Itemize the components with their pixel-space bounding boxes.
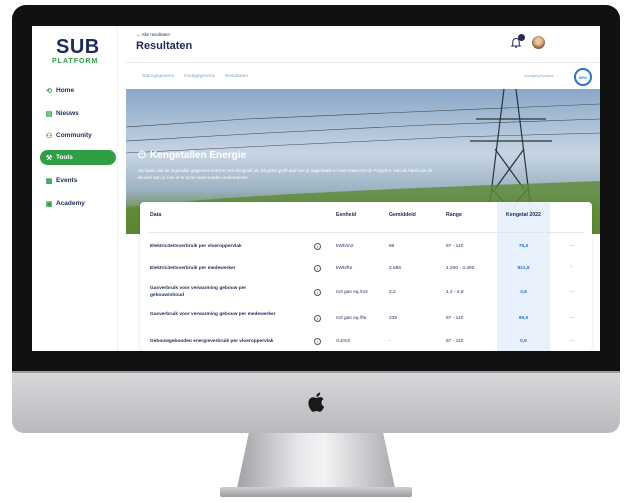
info-icon[interactable]: i — [314, 289, 321, 296]
community-icon: ⚇ — [45, 132, 53, 140]
row-gemiddeld: 239 — [389, 316, 398, 321]
row-eenheid: kWh/fte — [336, 266, 353, 271]
hero-title-text: Kengetallen Energie — [149, 150, 247, 161]
row-range: 1.200 - 4.400 — [446, 266, 475, 271]
table-row: Gasverbruik voor verwarming gebouw per g… — [140, 282, 592, 304]
trend-neutral-icon: — — [570, 244, 575, 249]
row-range: 57 - 110 — [446, 316, 464, 321]
tab-bar: Stamgegevens Invulgegevens Resultaten — [142, 74, 248, 79]
row-eenheid: m3 gas eq./m3 — [336, 290, 368, 295]
news-icon: ▤ — [45, 110, 53, 118]
sidebar-item-community[interactable]: ⚇ Community — [40, 128, 116, 143]
row-data: Gebouwgebonden energieverbruik per vloer… — [150, 339, 274, 344]
table-row: Elektriciteitsverbruik per medewerker i … — [140, 262, 592, 284]
trend-neutral-icon: — — [570, 316, 575, 321]
row-data: Elektriciteitsverbruik per vloeroppervla… — [150, 244, 242, 249]
sidebar-item-label: Tools — [56, 154, 73, 161]
page-title: Resultaten — [136, 40, 193, 52]
monitor-foot — [220, 487, 412, 497]
academy-icon: ▣ — [45, 200, 53, 208]
row-eenheid: GJ/m2 — [336, 339, 351, 344]
table-row: Gasverbruik voor verwarming gebouw per m… — [140, 308, 592, 330]
logo-platform: PLATFORM — [52, 58, 99, 65]
column-header-gemiddeld: Gemiddeld — [389, 212, 416, 218]
sidebar-item-tools[interactable]: ⚒ Tools — [40, 150, 116, 165]
row-data: Gasverbruik voor verwarming gebouw per m… — [150, 312, 276, 317]
sidebar-item-nieuws[interactable]: ▤ Nieuws — [40, 106, 116, 121]
sidebar-item-label: Events — [56, 177, 78, 184]
row-eenheid: kWh/m2 — [336, 244, 354, 249]
progress-ring: 80% — [574, 68, 592, 86]
trend-up-icon: ↑ — [570, 265, 573, 270]
power-icon: ⏻ — [138, 150, 146, 161]
info-icon[interactable]: i — [314, 265, 321, 272]
sidebar-item-label: Home — [56, 87, 75, 94]
row-eenheid: m3 gas eq./fte — [336, 316, 367, 321]
kengetallen-table: Data Eenheid Gemiddeld Range Kengetal 20… — [140, 202, 592, 351]
trend-neutral-icon: — — [570, 339, 575, 344]
tab-stamgegevens[interactable]: Stamgegevens — [142, 74, 174, 79]
table-row: Elektriciteitsverbruik per vloeroppervla… — [140, 240, 592, 262]
sidebar-item-events[interactable]: ▦ Events — [40, 173, 116, 188]
home-icon: ⟲ — [46, 87, 52, 95]
notification-badge — [518, 34, 525, 41]
logo-sub: SUB — [56, 36, 100, 58]
row-data: Gasverbruik voor verwarming gebouw per g… — [150, 286, 247, 298]
sidebar-item-label: Academy — [56, 200, 85, 207]
column-header-eenheid: Eenheid — [336, 212, 357, 218]
info-icon[interactable]: i — [314, 338, 321, 345]
row-gemiddeld: - — [389, 339, 391, 344]
monitor-stand — [236, 433, 396, 493]
info-icon[interactable]: i — [314, 315, 321, 322]
hero-title: ⏻ Kengetallen Energie — [138, 150, 246, 161]
row-gemiddeld: 2,2 — [389, 290, 396, 295]
tab-invulgegevens[interactable]: Invulgegevens — [184, 74, 215, 79]
avatar[interactable] — [532, 36, 545, 49]
row-kengetal: 99,6 — [518, 316, 529, 321]
column-header-data: Data — [150, 212, 162, 218]
sidebar-item-home[interactable]: ⟲ Home — [40, 83, 116, 98]
row-kengetal: 75,0 — [518, 244, 529, 249]
info-icon[interactable]: i — [314, 243, 321, 250]
progress-value: 80% — [578, 74, 587, 80]
back-link[interactable]: ← Alle resultaten — [136, 32, 170, 37]
row-gemiddeld: 2.586 — [389, 266, 402, 271]
row-kengetal: 821,9 — [517, 266, 530, 271]
progress-label: Voortgang footprint — [524, 74, 554, 78]
header-divider — [148, 232, 584, 233]
row-range: 57 - 110 — [446, 244, 464, 249]
row-range: 57 - 110 — [446, 339, 464, 344]
sidebar-item-label: Community — [56, 132, 92, 139]
sidebar-item-label: Nieuws — [56, 110, 79, 117]
header-divider — [126, 62, 600, 63]
table-row: Gebouwgebonden energieverbruik per vloer… — [140, 335, 592, 351]
column-header-range: Range — [446, 212, 462, 218]
sidebar: SUB PLATFORM ⟲ Home ▤ Nieuws ⚇ Community… — [32, 26, 118, 351]
app-screen: SUB PLATFORM ⟲ Home ▤ Nieuws ⚇ Community… — [32, 26, 600, 351]
sidebar-item-academy[interactable]: ▣ Academy — [40, 196, 116, 211]
apple-logo-icon — [308, 392, 325, 412]
row-gemiddeld: 86 — [389, 244, 395, 249]
row-kengetal: 3,8 — [520, 290, 527, 295]
monitor-chin-edge — [12, 371, 620, 373]
hero-description: Op basis van de ingevulde gegevens komt … — [138, 168, 433, 180]
desktop-monitor: SUB PLATFORM ⟲ Home ▤ Nieuws ⚇ Community… — [0, 0, 632, 503]
events-icon: ▦ — [45, 177, 53, 185]
tools-icon: ⚒ — [45, 154, 53, 162]
tab-resultaten[interactable]: Resultaten — [225, 74, 248, 79]
row-data: Elektriciteitsverbruik per medewerker — [150, 266, 236, 271]
trend-neutral-icon: — — [570, 290, 575, 295]
column-header-kengetal: Kengetal 2022 — [506, 212, 541, 218]
row-range: 1,4 - 4,8 — [446, 290, 464, 295]
row-kengetal: 0,5 — [520, 339, 527, 344]
